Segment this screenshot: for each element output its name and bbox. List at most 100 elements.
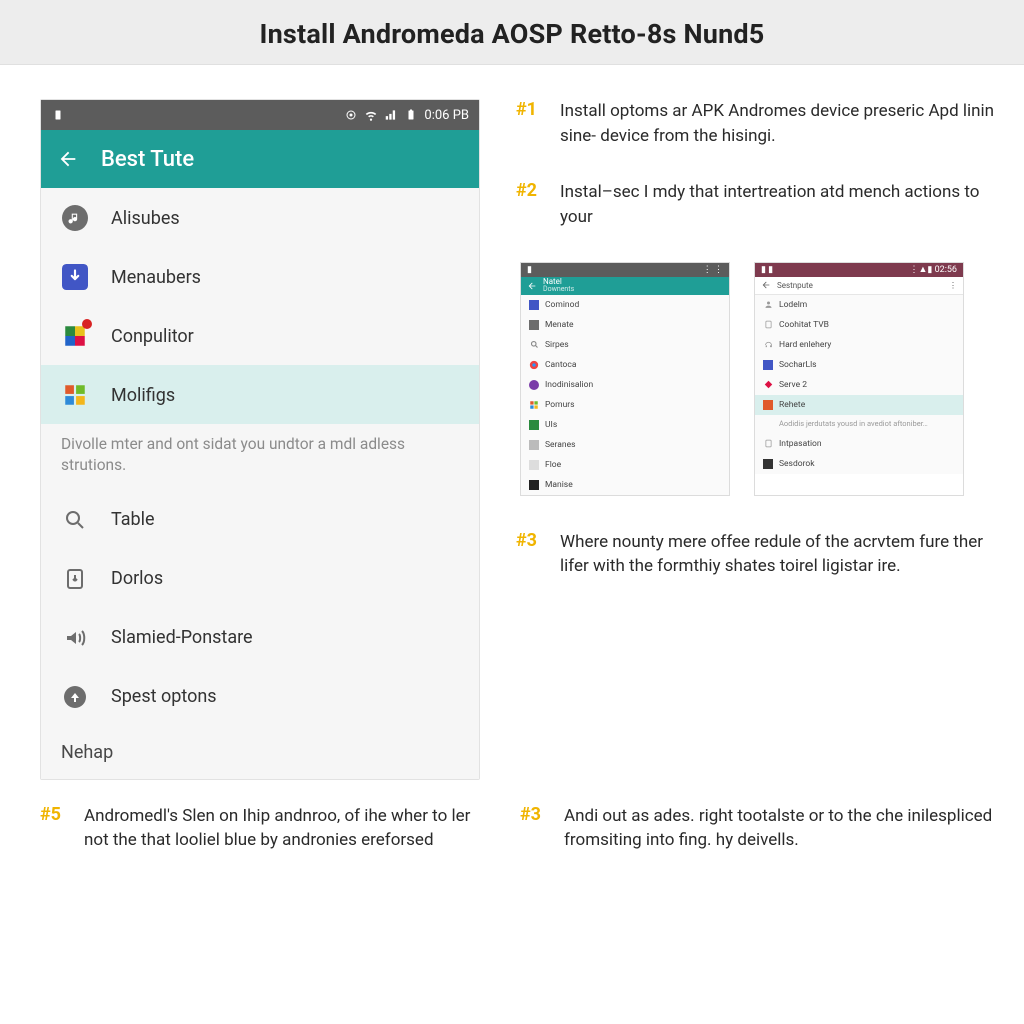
music-icon xyxy=(61,204,89,232)
menu-item-conpulitor[interactable]: Conpulitor xyxy=(41,306,479,365)
mini-item[interactable]: Menate xyxy=(521,315,729,335)
mini-item[interactable]: Cominod xyxy=(521,295,729,315)
mini-a-sub: Downents xyxy=(543,286,574,293)
menu-item-spest[interactable]: Spest optons xyxy=(41,667,479,726)
menu-footer: Nehap xyxy=(41,726,479,779)
square-icon xyxy=(529,480,539,490)
mini-screenshots: ▮ ⋮ ⋮ Natel Downents Cominod Menate Sirp… xyxy=(520,262,996,496)
back-arrow-icon[interactable] xyxy=(57,148,79,170)
mini-item[interactable]: Inodinisalion xyxy=(521,375,729,395)
mini-appbar: Natel Downents xyxy=(521,277,729,295)
square-icon xyxy=(529,300,539,310)
step-text: Where nounty mere offee redule of the ac… xyxy=(560,530,996,579)
doc-icon xyxy=(763,320,773,330)
wifi-icon: ⋮▲▮ xyxy=(909,265,932,275)
location-icon xyxy=(344,108,358,122)
menu-item-alisubes[interactable]: Alisubes xyxy=(41,188,479,247)
circle-icon xyxy=(529,380,539,390)
mini-item[interactable]: Serve 2 xyxy=(755,375,963,395)
square-icon xyxy=(763,360,773,370)
headphones-icon xyxy=(763,340,773,350)
mini-item[interactable]: Sirpes xyxy=(521,335,729,355)
mini-item[interactable]: Seranes xyxy=(521,435,729,455)
mini-item[interactable]: Coohitat TVB xyxy=(755,315,963,335)
app-bar: Best Tute xyxy=(41,130,479,188)
menu-item-table[interactable]: Table xyxy=(41,490,479,549)
windows-icon xyxy=(61,381,89,409)
appbar-title: Best Tute xyxy=(101,147,194,172)
square-icon xyxy=(529,420,539,430)
mini-item[interactable]: Intpasation xyxy=(755,434,963,454)
mini-phone-a: ▮ ⋮ ⋮ Natel Downents Cominod Menate Sirp… xyxy=(520,262,730,496)
battery-small-icon: ▮ ▮ xyxy=(761,265,773,275)
menu-label: Menaubers xyxy=(111,267,201,288)
step-3: #3 Where nounty mere offee redule of the… xyxy=(516,530,996,579)
status-bar: 0:06 PB xyxy=(41,100,479,130)
share-icon xyxy=(61,683,89,711)
search-icon xyxy=(529,340,539,350)
mini-item[interactable]: Cantoca xyxy=(521,355,729,375)
photos-icon xyxy=(61,322,89,350)
status-time: 0:06 PB xyxy=(424,108,469,123)
mini-item[interactable]: Pomurs xyxy=(521,395,729,415)
step-mark: #1 xyxy=(516,99,546,148)
step-text: Andi out as ades. right tootalste or to … xyxy=(564,804,996,853)
mini-phone-b: ▮ ▮ ⋮▲▮ 02:56 Sestnpute ⋮ Lodelm Coohita… xyxy=(754,262,964,496)
doc-icon xyxy=(763,439,773,449)
mini-item[interactable]: Lodelm xyxy=(755,295,963,315)
mini-item[interactable]: Hard enlehery xyxy=(755,335,963,355)
wifi-icon xyxy=(364,108,378,122)
step-3b: #3 Andi out as ades. right tootalste or … xyxy=(520,804,996,853)
step-text: Install optoms ar APK Andromes device pr… xyxy=(560,99,996,148)
menu-item-molifigs[interactable]: Molifigs xyxy=(41,365,479,424)
step-mark: #2 xyxy=(516,180,546,229)
step-mark: #5 xyxy=(40,804,70,853)
mini-note: Aodidis jerdutats yousd in avediot afton… xyxy=(755,415,963,434)
menu-note: Divolle mter and ont sidat you undtor a … xyxy=(41,424,479,490)
phone-mock: 0:06 PB Best Tute Alisubes xyxy=(40,99,480,780)
overflow-icon[interactable]: ⋮ xyxy=(949,281,957,290)
battery-small-icon: ▮ xyxy=(527,265,532,275)
step-mark: #3 xyxy=(516,530,546,579)
square-icon xyxy=(763,459,773,469)
diamond-icon xyxy=(763,380,773,390)
menu-label: Spest optons xyxy=(111,686,217,707)
menu-label: Conpulitor xyxy=(111,326,194,347)
menu-item-menaubers[interactable]: Menaubers xyxy=(41,247,479,306)
download-icon xyxy=(61,263,89,291)
battery-small-icon xyxy=(51,108,65,122)
mini-item[interactable]: Floe xyxy=(521,455,729,475)
mini-item[interactable]: Sesdorok xyxy=(755,454,963,474)
menu-label: Molifigs xyxy=(111,385,175,406)
square-icon xyxy=(529,440,539,450)
mini-b-time: 02:56 xyxy=(935,265,957,275)
step-mark: #3 xyxy=(520,804,550,853)
step-text: Andromedl's Slen on Ihip andnroo, of ihe… xyxy=(84,804,480,853)
step-1: #1 Install optoms ar APK Andromes device… xyxy=(516,99,996,148)
menu-item-slamied[interactable]: Slamied-Ponstare xyxy=(41,608,479,667)
mini-item[interactable]: Rehete xyxy=(755,395,963,415)
mini-statusbar: ▮ ⋮ ⋮ xyxy=(521,263,729,277)
page-title: Install Andromeda AOSP Retto-8s Nund5 xyxy=(0,18,1024,50)
mini-appbar: Sestnpute ⋮ xyxy=(755,277,963,295)
mini-statusbar: ▮ ▮ ⋮▲▮ 02:56 xyxy=(755,263,963,277)
search-icon xyxy=(61,506,89,534)
wifi-icon: ⋮ ⋮ xyxy=(703,265,723,275)
mini-item[interactable]: SocharLls xyxy=(755,355,963,375)
mini-item[interactable]: UIs xyxy=(521,415,729,435)
menu-label: Table xyxy=(111,509,155,530)
person-icon xyxy=(763,300,773,310)
step-5: #5 Andromedl's Slen on Ihip andnroo, of … xyxy=(40,804,480,853)
mini-list: Lodelm Coohitat TVB Hard enlehery Sochar… xyxy=(755,295,963,474)
battery-icon xyxy=(404,108,418,122)
menu-item-dorlos[interactable]: Dorlos xyxy=(41,549,479,608)
signal-icon xyxy=(384,108,398,122)
back-arrow-icon xyxy=(527,281,537,291)
page-header: Install Andromeda AOSP Retto-8s Nund5 xyxy=(0,0,1024,65)
menu-label: Alisubes xyxy=(111,208,180,229)
mini-item[interactable]: Manise xyxy=(521,475,729,495)
menu-label: Dorlos xyxy=(111,568,163,589)
sound-icon xyxy=(61,624,89,652)
windows-icon xyxy=(529,400,539,410)
step-text: Instal–sec I mdy that intertreation atd … xyxy=(560,180,996,229)
